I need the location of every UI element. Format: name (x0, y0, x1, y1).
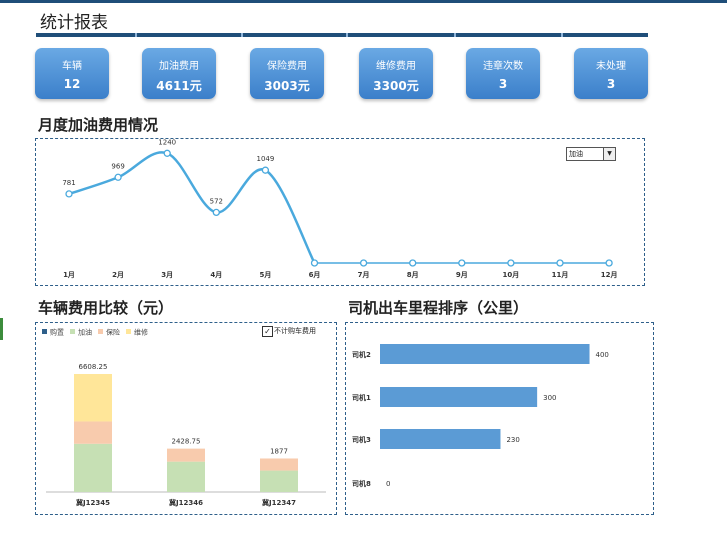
legend-swatch-2 (70, 329, 75, 334)
bar-total-label: 2428.75 (172, 438, 201, 446)
stat-card-vehicles[interactable]: 车辆 12 (35, 48, 109, 99)
fuel-x-tick-label: 4月 (210, 271, 222, 279)
fuel-line-chart: 781 1月 969 2月 1240 3月 572 4月 1049 5月 6月 7月 8月 9月 10月 11… (62, 138, 618, 279)
bar-segment-加油 (167, 461, 205, 492)
bar-segment-保险 (167, 448, 205, 462)
legend-swatch-3 (98, 329, 103, 334)
x-tick-label: 冀J12346 (169, 498, 203, 507)
bar-total-label: 6608.25 (79, 363, 108, 371)
fuel-x-tick-label: 5月 (259, 271, 271, 279)
page-title: 统计报表 (40, 13, 108, 33)
stat-card-unprocessed[interactable]: 未处理 3 (574, 48, 648, 99)
driver-horizontal-bar-chart: 司机2 400 司机1 300 司机3 230 司机8 0 (352, 344, 609, 488)
driver-label: 司机1 (352, 393, 371, 402)
driver-label: 司机8 (352, 479, 371, 488)
bar-segment-加油 (74, 443, 112, 492)
legend-label: 购置 (50, 328, 64, 337)
driver-bar (380, 429, 501, 449)
driver-value-label: 230 (506, 436, 519, 444)
stat-card-value: 3300元 (373, 79, 419, 93)
stat-card-label: 加油费用 (159, 61, 199, 72)
fuel-point-5 (261, 166, 270, 174)
fuel-point-9 (458, 259, 466, 267)
x-tick-label: 冀J12347 (262, 498, 296, 507)
fuel-x-tick-label: 2月 (112, 271, 124, 279)
dropdown-value: 加油 (569, 150, 583, 158)
bar-segment-保险 (260, 458, 298, 471)
fuel-x-tick-label: 8月 (407, 271, 419, 279)
fuel-point-7 (359, 259, 368, 267)
fuel-point-12 (605, 259, 613, 267)
driver-label: 司机2 (352, 350, 371, 359)
title-underline (36, 33, 648, 37)
stat-card-label: 未处理 (596, 61, 626, 72)
stat-card-label: 违章次数 (483, 61, 523, 72)
fuel-point-1 (65, 190, 73, 198)
x-tick-label: 冀J12345 (76, 498, 110, 507)
top-accent-line (0, 0, 727, 3)
bar-segment-维修 (74, 373, 112, 422)
stat-card-value: 4611元 (156, 79, 202, 93)
fuel-x-tick-label: 12月 (601, 271, 618, 279)
driver-bar (380, 344, 590, 364)
stat-card-fuel-cost[interactable]: 加油费用 4611元 (142, 48, 216, 99)
exclude-purchase-checkbox[interactable]: ✓ (262, 326, 273, 337)
fuel-data-label: 969 (111, 162, 124, 170)
fuel-x-tick-label: 3月 (161, 271, 173, 279)
fuel-x-tick-label: 1月 (63, 271, 75, 279)
driver-label: 司机3 (352, 435, 371, 444)
fuel-x-tick-label: 6月 (309, 271, 321, 279)
fuel-data-label: 1240 (158, 139, 176, 146)
bar-total-label: 1877 (270, 447, 288, 455)
fuel-chart-panel: 781 1月 969 2月 1240 3月 572 4月 1049 5月 6月 7月 8月 9月 10月 11… (35, 138, 645, 286)
driver-value-label: 0 (386, 480, 390, 488)
driver-section-title: 司机出车里程排序（公里） (348, 299, 529, 317)
fuel-x-tick-label: 7月 (358, 271, 370, 279)
fuel-point-3 (163, 149, 171, 157)
fuel-x-tick-label: 10月 (503, 271, 520, 279)
fuel-point-11 (556, 259, 564, 267)
driver-bar (380, 387, 538, 407)
fuel-point-2 (114, 173, 122, 181)
fuel-data-label: 572 (210, 197, 223, 205)
fuel-x-tick-label: 11月 (552, 271, 569, 279)
fuel-point-4 (212, 208, 220, 217)
fuel-point-10 (507, 259, 515, 267)
fuel-data-label: 1049 (256, 155, 274, 163)
legend-label: 保险 (106, 328, 120, 337)
driver-value-label: 400 (596, 351, 609, 359)
fuel-data-label: 781 (62, 179, 75, 187)
stat-card-insurance-cost[interactable]: 保险费用 3003元 (250, 48, 324, 99)
bar-segment-加油 (260, 470, 298, 492)
stat-card-value: 3 (606, 77, 616, 91)
vehicle-stacked-bar-chart: 购置 加油 保险 维修 6608.25 冀J12345 2428.75 冀J12346 1877… (42, 328, 326, 507)
stat-card-label: 车辆 (62, 61, 82, 72)
legend-label: 加油 (78, 328, 92, 337)
stat-card-value: 3003元 (264, 79, 310, 93)
stat-card-label: 维修费用 (376, 61, 416, 72)
vehicle-section-title: 车辆费用比较（元） (38, 299, 174, 317)
driver-chart-panel: 司机2 400 司机1 300 司机3 230 司机8 0 (345, 322, 654, 515)
legend-swatch-4 (126, 329, 131, 334)
expense-type-dropdown[interactable]: 加油 ▼ (566, 147, 616, 161)
stat-card-value: 3 (498, 77, 508, 91)
stat-card-value: 12 (63, 77, 81, 91)
bar-segment-保险 (74, 421, 112, 444)
fuel-series-line (68, 151, 316, 264)
fuel-point-6 (310, 259, 319, 267)
chevron-down-icon[interactable]: ▼ (603, 148, 615, 160)
fuel-section-title: 月度加油费用情况 (38, 116, 159, 134)
legend-label: 维修 (134, 328, 148, 337)
stat-card-violations[interactable]: 违章次数 3 (466, 48, 540, 99)
fuel-x-tick-label: 9月 (456, 271, 468, 279)
fuel-point-8 (409, 259, 417, 267)
legend-swatch-1 (42, 329, 47, 334)
stat-card-label: 保险费用 (267, 61, 307, 72)
vehicle-chart-panel: 购置 加油 保险 维修 6608.25 冀J12345 2428.75 冀J12346 1877… (35, 322, 337, 515)
exclude-purchase-label: 不计购车费用 (274, 327, 316, 335)
driver-value-label: 300 (543, 394, 556, 402)
stat-card-repair-cost[interactable]: 维修费用 3300元 (359, 48, 433, 99)
row-marker (0, 318, 3, 340)
